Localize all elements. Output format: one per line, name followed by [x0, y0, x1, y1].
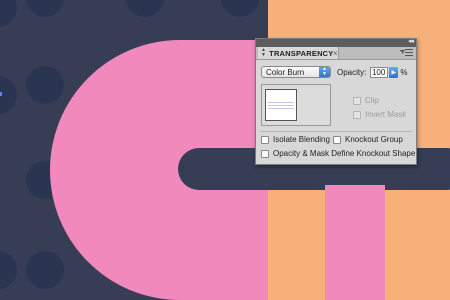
panel-collapse-icon[interactable]: ◂◂	[408, 37, 414, 45]
panel-menu-icon[interactable]: ▼	[400, 49, 413, 56]
blend-opacity-row: Color Burn ▲ ▼ Opacity: 100 ▶ %	[261, 66, 407, 78]
tab-row: ▲ ▼ TRANSPARENCY × ▼	[256, 47, 416, 60]
clip-option[interactable]: Clip	[353, 96, 379, 105]
opacity-label: Opacity:	[337, 67, 367, 77]
blend-mode-value: Color Burn	[266, 67, 305, 77]
panel-title-bar[interactable]: ◂◂	[256, 37, 416, 47]
opacity-mask-knockout-option[interactable]: Opacity & Mask Define Knockout Shape	[261, 149, 415, 158]
opacity-mask-knockout-label: Opacity & Mask Define Knockout Shape	[273, 149, 416, 158]
clip-checkbox[interactable]	[353, 96, 361, 105]
artwork-thumbnail[interactable]	[265, 89, 297, 121]
invert-mask-option[interactable]: Invert Mask	[353, 110, 406, 119]
close-icon[interactable]: ×	[333, 49, 338, 58]
tab-label: TRANSPARENCY	[269, 48, 334, 58]
knockout-group-option[interactable]: Knockout Group	[333, 135, 403, 144]
divider	[260, 131, 412, 132]
isolate-blending-checkbox[interactable]	[261, 135, 269, 144]
orange-bar-top	[268, 0, 450, 40]
slider-arrow-icon[interactable]: ▶	[389, 66, 399, 78]
invert-mask-label: Invert Mask	[365, 110, 407, 119]
tab-transparency[interactable]: ▲ ▼ TRANSPARENCY	[258, 47, 339, 59]
dropdown-caret-icon[interactable]: ▲ ▼	[319, 67, 330, 77]
anchor-marker	[0, 92, 2, 96]
opacity-unit: %	[400, 67, 408, 77]
clip-label: Clip	[365, 96, 379, 105]
knockout-group-label: Knockout Group	[345, 135, 403, 144]
transparency-panel: ◂◂ ▲ ▼ TRANSPARENCY × ▼ Color Burn ▲ ▼ Opa…	[255, 38, 417, 165]
tab-arrows-icon[interactable]: ▲ ▼	[261, 48, 266, 58]
isolate-blending-option[interactable]: Isolate Blending	[261, 135, 330, 144]
knockout-group-checkbox[interactable]	[333, 135, 341, 144]
pink-divider	[325, 185, 385, 300]
invert-mask-checkbox[interactable]	[353, 110, 361, 119]
opacity-mask-knockout-checkbox[interactable]	[261, 149, 269, 158]
mask-thumbnail-area[interactable]	[261, 84, 331, 126]
opacity-input[interactable]: 100	[370, 66, 389, 78]
blend-mode-select[interactable]: Color Burn ▲ ▼	[261, 66, 331, 78]
isolate-blending-label: Isolate Blending	[273, 135, 330, 144]
